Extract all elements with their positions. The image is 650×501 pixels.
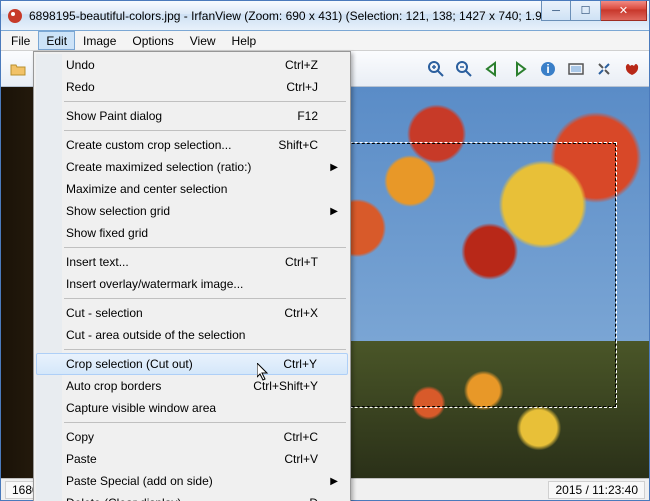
- menu-item-maximize-and-center-selection[interactable]: Maximize and center selection: [36, 178, 348, 200]
- menu-item-label: Show Paint dialog: [66, 109, 162, 123]
- menu-item-label: Maximize and center selection: [66, 182, 227, 196]
- menu-item-label: Cut - selection: [66, 306, 143, 320]
- maximize-button[interactable]: ☐: [571, 1, 601, 21]
- menu-help[interactable]: Help: [224, 31, 265, 50]
- zoom-in-icon[interactable]: [423, 56, 449, 82]
- menu-separator: [64, 298, 346, 299]
- menu-options[interactable]: Options: [124, 31, 181, 50]
- minimize-button[interactable]: ─: [541, 1, 571, 21]
- app-window: 6898195-beautiful-colors.jpg - IrfanView…: [0, 0, 650, 501]
- menu-item-show-selection-grid[interactable]: Show selection grid ▶: [36, 200, 348, 222]
- menu-item-shortcut: Ctrl+T: [285, 255, 318, 269]
- menu-item-capture-visible-window-area[interactable]: Capture visible window area: [36, 397, 348, 419]
- menu-separator: [64, 422, 346, 423]
- edit-menu-dropdown: Undo Ctrl+Z Redo Ctrl+J Show Paint dialog F12…: [33, 51, 351, 501]
- menu-separator: [64, 349, 346, 350]
- menu-item-shortcut: Ctrl+C: [284, 430, 318, 444]
- status-datetime: 2015 / 11:23:40: [548, 481, 645, 499]
- menu-item-delete-clear-display[interactable]: Delete (Clear display) D: [36, 492, 348, 501]
- menu-item-label: Redo: [66, 80, 95, 94]
- close-button[interactable]: ✕: [601, 1, 647, 21]
- menu-item-paste[interactable]: Paste Ctrl+V: [36, 448, 348, 470]
- menubar: FileEditImageOptionsViewHelp: [1, 31, 649, 51]
- menu-item-label: Undo: [66, 58, 95, 72]
- menu-item-shortcut: Shift+C: [278, 138, 318, 152]
- menu-item-shortcut: Ctrl+Z: [285, 58, 318, 72]
- menu-item-label: Delete (Clear display): [66, 496, 181, 501]
- menu-file[interactable]: File: [3, 31, 38, 50]
- menu-view[interactable]: View: [182, 31, 224, 50]
- menu-item-copy[interactable]: Copy Ctrl+C: [36, 426, 348, 448]
- menu-item-label: Insert text...: [66, 255, 129, 269]
- open-folder-icon[interactable]: [5, 56, 31, 82]
- submenu-arrow-icon: ▶: [330, 476, 338, 487]
- menu-item-shortcut: D: [309, 496, 318, 501]
- menu-item-shortcut: Ctrl+Shift+Y: [253, 379, 318, 393]
- menu-separator: [64, 130, 346, 131]
- menu-item-cut-selection[interactable]: Cut - selection Ctrl+X: [36, 302, 348, 324]
- menu-item-label: Show fixed grid: [66, 226, 148, 240]
- menu-item-label: Cut - area outside of the selection: [66, 328, 245, 342]
- menu-item-create-maximized-selection-ratio[interactable]: Create maximized selection (ratio:) ▶: [36, 156, 348, 178]
- menu-image[interactable]: Image: [75, 31, 124, 50]
- arrow-right-icon[interactable]: [507, 56, 533, 82]
- svg-text:i: i: [546, 62, 549, 76]
- menu-item-label: Create maximized selection (ratio:): [66, 160, 251, 174]
- menu-item-auto-crop-borders[interactable]: Auto crop borders Ctrl+Shift+Y: [36, 375, 348, 397]
- menu-item-paste-special-add-on-side[interactable]: Paste Special (add on side) ▶: [36, 470, 348, 492]
- menu-item-cut-area-outside-of-the-selection[interactable]: Cut - area outside of the selection: [36, 324, 348, 346]
- settings-icon[interactable]: [591, 56, 617, 82]
- menu-item-shortcut: Ctrl+X: [284, 306, 318, 320]
- menu-item-shortcut: Ctrl+V: [284, 452, 318, 466]
- submenu-arrow-icon: ▶: [330, 162, 338, 173]
- window-controls: ─ ☐ ✕: [541, 1, 647, 21]
- menu-edit[interactable]: Edit: [38, 31, 75, 50]
- cat-icon[interactable]: [619, 56, 645, 82]
- menu-item-create-custom-crop-selection[interactable]: Create custom crop selection... Shift+C: [36, 134, 348, 156]
- arrow-left-icon[interactable]: [479, 56, 505, 82]
- menu-item-redo[interactable]: Redo Ctrl+J: [36, 76, 348, 98]
- menu-item-label: Copy: [66, 430, 94, 444]
- info-icon[interactable]: i: [535, 56, 561, 82]
- submenu-arrow-icon: ▶: [330, 206, 338, 217]
- menu-item-show-fixed-grid[interactable]: Show fixed grid: [36, 222, 348, 244]
- menu-item-shortcut: Ctrl+J: [286, 80, 318, 94]
- menu-item-insert-overlay-watermark-image[interactable]: Insert overlay/watermark image...: [36, 273, 348, 295]
- zoom-out-icon[interactable]: [451, 56, 477, 82]
- menu-item-label: Crop selection (Cut out): [66, 357, 193, 371]
- menu-item-label: Capture visible window area: [66, 401, 216, 415]
- menu-item-show-paint-dialog[interactable]: Show Paint dialog F12: [36, 105, 348, 127]
- menu-item-shortcut: F12: [297, 109, 318, 123]
- app-icon: [7, 8, 23, 24]
- menu-item-shortcut: Ctrl+Y: [283, 357, 317, 371]
- window-title: 6898195-beautiful-colors.jpg - IrfanView…: [29, 9, 541, 23]
- menu-item-crop-selection-cut-out[interactable]: Crop selection (Cut out) Ctrl+Y: [36, 353, 348, 375]
- menu-separator: [64, 247, 346, 248]
- menu-separator: [64, 101, 346, 102]
- menu-item-label: Paste Special (add on side): [66, 474, 213, 488]
- titlebar[interactable]: 6898195-beautiful-colors.jpg - IrfanView…: [1, 1, 649, 31]
- menu-item-label: Insert overlay/watermark image...: [66, 277, 243, 291]
- menu-item-label: Create custom crop selection...: [66, 138, 231, 152]
- menu-item-label: Paste: [66, 452, 97, 466]
- menu-item-undo[interactable]: Undo Ctrl+Z: [36, 54, 348, 76]
- menu-item-label: Auto crop borders: [66, 379, 161, 393]
- slideshow-icon[interactable]: [563, 56, 589, 82]
- menu-item-insert-text[interactable]: Insert text... Ctrl+T: [36, 251, 348, 273]
- menu-item-label: Show selection grid: [66, 204, 170, 218]
